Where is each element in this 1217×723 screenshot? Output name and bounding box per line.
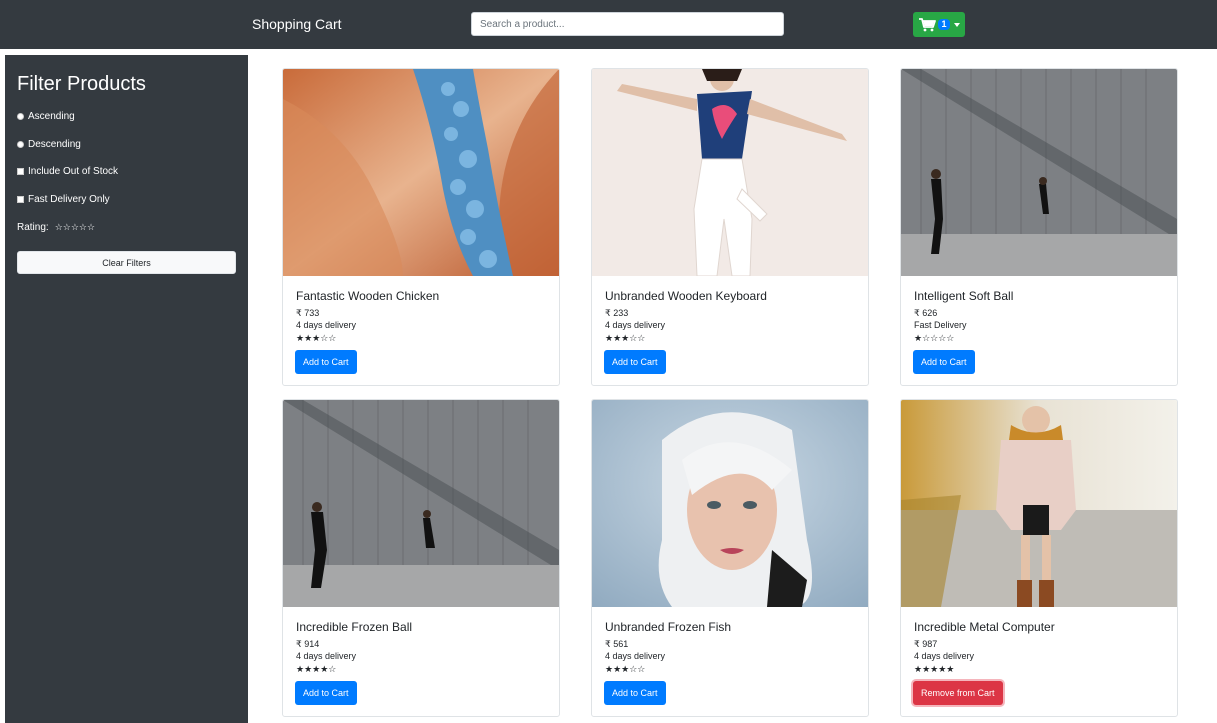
product-delivery: 4 days delivery [605, 320, 666, 330]
add-to-cart-button[interactable]: Add to Cart [604, 681, 666, 705]
rating-filter: Rating: ☆☆☆☆☆ [17, 222, 95, 233]
product-name: Unbranded Frozen Fish [605, 620, 732, 634]
product-rating-stars: ★★★☆☆ [605, 664, 646, 674]
product-price: ₹ 233 [605, 308, 629, 318]
product-price: ₹ 987 [914, 639, 938, 649]
product-rating-stars: ★★★★☆ [296, 664, 337, 674]
product-rating-stars: ★★★☆☆ [605, 333, 646, 343]
product-image [901, 400, 1177, 607]
product-card: Incredible Frozen Ball ₹ 914 4 days deli… [282, 399, 560, 717]
product-image [592, 69, 868, 277]
ascending-label: Ascending [28, 111, 75, 122]
product-card: Unbranded Wooden Keyboard ₹ 233 4 days d… [591, 68, 869, 386]
brand-title[interactable]: Shopping Cart [252, 16, 342, 32]
out-of-stock-option[interactable]: Include Out of Stock [17, 166, 118, 177]
add-to-cart-button[interactable]: Add to Cart [295, 350, 357, 374]
product-price: ₹ 733 [296, 308, 320, 318]
product-delivery: 4 days delivery [296, 651, 357, 661]
product-card: Intelligent Soft Ball ₹ 626 Fast Deliver… [900, 68, 1178, 386]
product-delivery: 4 days delivery [914, 651, 975, 661]
product-name: Unbranded Wooden Keyboard [605, 289, 767, 303]
filter-sidebar: Filter Products Ascending Descending Inc… [5, 55, 248, 723]
product-price: ₹ 561 [605, 639, 629, 649]
rating-label: Rating: [17, 222, 49, 233]
cart-dropdown-button[interactable]: 1 [913, 12, 965, 37]
chevron-down-icon [953, 22, 960, 27]
fast-delivery-option[interactable]: Fast Delivery Only [17, 194, 110, 205]
filter-title: Filter Products [17, 73, 146, 95]
product-card: Incredible Metal Computer ₹ 987 4 days d… [900, 399, 1178, 717]
rating-stars[interactable]: ☆☆☆☆☆ [55, 222, 95, 233]
product-name: Intelligent Soft Ball [914, 289, 1014, 303]
descending-option[interactable]: Descending [17, 139, 81, 150]
product-delivery: 4 days delivery [296, 320, 357, 330]
fast-delivery-label: Fast Delivery Only [28, 194, 110, 205]
clear-filters-button[interactable]: Clear Filters [17, 251, 236, 274]
product-delivery: Fast Delivery [914, 320, 967, 330]
add-to-cart-button[interactable]: Add to Cart [604, 350, 666, 374]
search-input[interactable] [471, 12, 784, 36]
product-price: ₹ 626 [914, 308, 938, 318]
navbar: Shopping Cart 1 [0, 0, 1217, 49]
product-image [283, 69, 559, 276]
cart-icon [919, 17, 937, 31]
product-image [901, 69, 1177, 276]
product-price: ₹ 914 [296, 639, 320, 649]
product-card: Unbranded Frozen Fish ₹ 561 4 days deliv… [591, 399, 869, 717]
ascending-radio[interactable] [17, 113, 24, 120]
descending-label: Descending [28, 139, 81, 150]
add-to-cart-button[interactable]: Add to Cart [913, 350, 975, 374]
product-name: Fantastic Wooden Chicken [296, 289, 440, 303]
fast-delivery-checkbox[interactable] [17, 196, 24, 203]
product-image [283, 400, 559, 607]
product-name: Incredible Metal Computer [914, 620, 1055, 634]
remove-from-cart-button[interactable]: Remove from Cart [913, 681, 1003, 705]
product-image [592, 400, 868, 607]
product-rating-stars: ★★★★★ [914, 664, 955, 674]
product-card: Fantastic Wooden Chicken ₹ 733 4 days de… [282, 68, 560, 386]
product-delivery: 4 days delivery [605, 651, 666, 661]
add-to-cart-button[interactable]: Add to Cart [295, 681, 357, 705]
product-rating-stars: ★★★☆☆ [296, 333, 337, 343]
descending-radio[interactable] [17, 141, 24, 148]
product-rating-stars: ★☆☆☆☆ [914, 333, 955, 343]
ascending-option[interactable]: Ascending [17, 111, 75, 122]
out-of-stock-label: Include Out of Stock [28, 166, 119, 177]
product-name: Incredible Frozen Ball [296, 620, 413, 634]
cart-count-badge: 1 [938, 19, 950, 30]
out-of-stock-checkbox[interactable] [17, 168, 24, 175]
